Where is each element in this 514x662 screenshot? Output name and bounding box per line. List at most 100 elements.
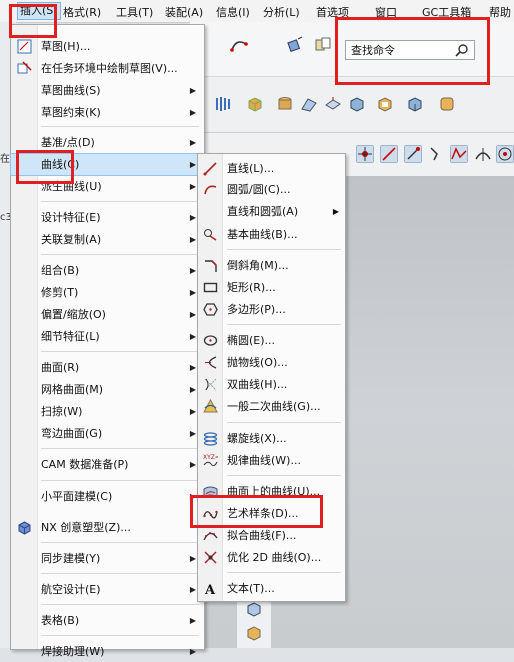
submenu-item-helix[interactable]: 螺旋线(X)...	[198, 428, 345, 449]
menu-separator	[227, 572, 341, 573]
line-snap-icon[interactable]	[380, 145, 398, 163]
submenu-item-chamfer[interactable]: 倒斜角(M)...	[198, 255, 345, 276]
menu-item-label: 派生曲线(U)	[41, 180, 102, 193]
realize-shape-icon	[18, 521, 31, 535]
center-snap-icon[interactable]	[496, 145, 514, 163]
submenu-item-fit-curve[interactable]: 拟合曲线(F)...	[198, 525, 345, 546]
insert-menu: 草图(H)... 在任务环境中绘制草图(V)... 草图曲线(S) ▶ 草图约束…	[10, 24, 205, 658]
menu-window[interactable]: 窗口	[375, 4, 397, 20]
spline-snap-icon[interactable]	[450, 145, 468, 163]
submenu-item-ellipse[interactable]: 椭圆(E)...	[198, 330, 345, 351]
menu-separator	[41, 254, 199, 255]
sweep-icon[interactable]	[438, 95, 456, 113]
menu-item-label: 航空设计(E)	[41, 583, 101, 596]
submenu-arrow-icon: ▶	[189, 213, 196, 222]
menu-insert[interactable]: 插入(S)	[17, 2, 61, 20]
menu-item-mesh-surface[interactable]: 网格曲面(M) ▶	[11, 379, 204, 400]
menu-item-weld-assistant[interactable]: 焊接助理(W) ▶	[11, 641, 204, 662]
menu-item-curve[interactable]: 曲线(C) ▶	[10, 153, 205, 176]
snap-point-icon[interactable]	[356, 145, 374, 163]
submenu-item-label: 抛物线(O)...	[227, 356, 288, 369]
menu-item-label: 草图约束(K)	[41, 106, 101, 119]
menu-format[interactable]: 格式(R)	[63, 4, 101, 20]
submenu-arrow-icon: ▶	[189, 138, 196, 147]
law-curve-icon: XYZ=	[203, 454, 218, 467]
menu-item-nx-realize-shape[interactable]: NX 创意塑型(Z)...	[11, 517, 204, 538]
submenu-arrow-icon: ▶	[189, 492, 196, 501]
submenu-item-rectangle[interactable]: 矩形(R)...	[198, 277, 345, 298]
menu-item-synchronous-modeling[interactable]: 同步建模(Y) ▶	[11, 548, 204, 569]
menu-item-label: 焊接助理(W)	[41, 645, 105, 658]
submenu-item-label: 规律曲线(W)...	[227, 454, 301, 467]
menu-item-design-feature[interactable]: 设计特征(E) ▶	[11, 207, 204, 228]
menu-item-surface[interactable]: 曲面(R) ▶	[11, 357, 204, 378]
menu-item-sketch-curve[interactable]: 草图曲线(S) ▶	[11, 80, 204, 101]
menu-item-aero-design[interactable]: 航空设计(E) ▶	[11, 579, 204, 600]
submenu-arrow-icon: ▶	[189, 647, 196, 656]
menu-item-flange-surface[interactable]: 弯边曲面(G) ▶	[11, 423, 204, 444]
menu-item-sketch[interactable]: 草图(H)...	[11, 36, 204, 57]
intersect-snap-icon[interactable]	[474, 145, 492, 163]
menu-tools[interactable]: 工具(T)	[116, 4, 153, 20]
menu-item-combine[interactable]: 组合(B) ▶	[11, 260, 204, 281]
submenu-arrow-icon: ▶	[189, 182, 196, 191]
menu-item-associative-copy[interactable]: 关联复制(A) ▶	[11, 229, 204, 250]
submenu-item-general-conic[interactable]: 一般二次曲线(G)...	[198, 396, 345, 417]
chamfer-icon[interactable]	[300, 95, 318, 113]
block-icon[interactable]	[246, 95, 264, 113]
cylinder-icon[interactable]	[276, 95, 294, 113]
menu-preferences[interactable]: 首选项	[316, 4, 349, 20]
submenu-item-label: 基本曲线(B)...	[227, 228, 298, 241]
submenu-item-curve-on-surface[interactable]: 曲面上的曲线(U)...	[198, 481, 345, 502]
submenu-arrow-icon: ▶	[189, 616, 196, 625]
submenu-item-studio-spline[interactable]: 艺术样条(D)...	[198, 503, 345, 524]
view-shade-icon[interactable]	[245, 624, 263, 642]
menu-item-table[interactable]: 表格(B) ▶	[11, 610, 204, 631]
search-placeholder: 查找命令	[351, 44, 395, 57]
thicken-icon[interactable]	[324, 95, 342, 113]
menu-gc-toolbox[interactable]: GC工具箱	[422, 4, 471, 20]
menu-assembly[interactable]: 装配(A)	[165, 4, 203, 20]
menu-item-cam-data-prep[interactable]: CAM 数据准备(P) ▶	[11, 454, 204, 475]
menu-analysis[interactable]: 分析(L)	[263, 4, 300, 20]
submenu-item-hyperbola[interactable]: 双曲线(H)...	[198, 374, 345, 395]
submenu-item-basic-curves[interactable]: 基本曲线(B)...	[198, 224, 345, 245]
menu-item-sweep[interactable]: 扫掠(W) ▶	[11, 401, 204, 422]
submenu-item-arc-circle[interactable]: 圆弧/圆(C)...	[198, 179, 345, 200]
submenu-item-line-and-arc[interactable]: 直线和圆弧(A) ▶	[198, 201, 345, 222]
submenu-item-optimize-2d-curve[interactable]: 优化 2D 曲线(O)...	[198, 547, 345, 568]
shell-icon[interactable]	[376, 95, 394, 113]
extrude-icon[interactable]	[214, 95, 232, 113]
menu-info[interactable]: 信息(I)	[216, 4, 250, 20]
search-icon[interactable]	[455, 43, 469, 57]
curve-snap-icon[interactable]	[428, 145, 446, 163]
menu-separator	[41, 635, 199, 636]
menu-item-detail-feature[interactable]: 细节特征(L) ▶	[11, 326, 204, 347]
submenu-arrow-icon: ▶	[189, 310, 196, 319]
endpoint-snap-icon[interactable]	[404, 145, 422, 163]
submenu-item-text[interactable]: A 文本(T)...	[198, 578, 345, 599]
submenu-item-parabola[interactable]: 抛物线(O)...	[198, 352, 345, 373]
menu-item-facet-modeling[interactable]: 小平面建模(C) ▶	[11, 486, 204, 507]
general-conic-icon	[203, 399, 218, 413]
menu-item-sketch-constraint[interactable]: 草图约束(K) ▶	[11, 102, 204, 123]
submenu-item-line[interactable]: 直线(L)...	[198, 158, 345, 179]
menu-item-sketch-in-task[interactable]: 在任务环境中绘制草图(V)...	[11, 58, 204, 79]
basic-curves-icon	[204, 229, 217, 241]
submenu-item-law-curve[interactable]: XYZ= 规律曲线(W)...	[198, 450, 345, 471]
menu-item-datum-point[interactable]: 基准/点(D) ▶	[11, 132, 204, 153]
submenu-item-polygon[interactable]: 多边形(P)...	[198, 299, 345, 320]
menu-item-offset-scale[interactable]: 偏置/缩放(O) ▶	[11, 304, 204, 325]
menu-item-trim[interactable]: 修剪(T) ▶	[11, 282, 204, 303]
view-cube-icon[interactable]	[245, 600, 263, 618]
edge-blend-icon[interactable]	[406, 95, 424, 113]
box-icon[interactable]	[348, 95, 366, 113]
menu-separator	[227, 324, 341, 325]
view-orient-icon[interactable]	[286, 36, 304, 54]
text-icon: A	[204, 583, 216, 596]
menu-help[interactable]: 帮助	[489, 4, 511, 20]
search-input[interactable]: 查找命令	[345, 40, 475, 60]
arc-tool-icon[interactable]	[230, 36, 248, 54]
copy-tool-icon[interactable]	[314, 36, 332, 54]
menu-item-derived-curve[interactable]: 派生曲线(U) ▶	[11, 176, 204, 197]
